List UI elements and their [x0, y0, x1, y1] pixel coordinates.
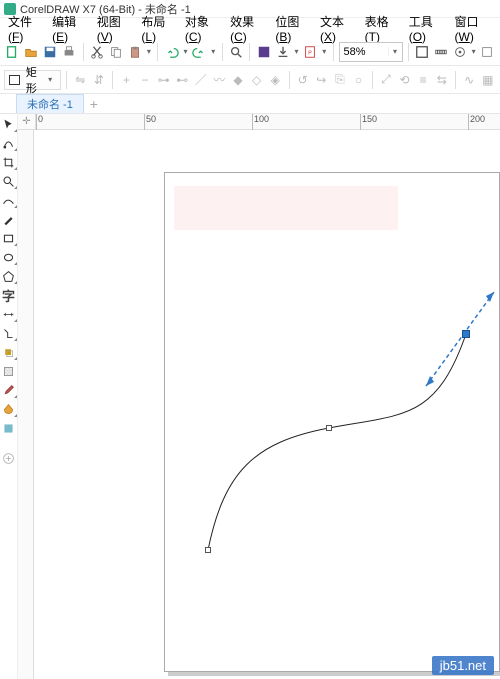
menu-object[interactable]: 对象(C) — [185, 13, 220, 44]
artifact-band — [174, 186, 398, 230]
reverse-dir-button[interactable]: ↺ — [294, 70, 311, 90]
zoom-dropdown[interactable]: ▾ — [388, 47, 402, 56]
print-button[interactable] — [61, 42, 78, 62]
menu-layout[interactable]: 布局(L) — [141, 13, 175, 44]
svg-text:P: P — [309, 50, 313, 56]
menu-bar: 文件(F) 编辑(E) 视图(V) 布局(L) 对象(C) 效果(C) 位图(B… — [0, 18, 500, 38]
node-join-button[interactable]: ⊶ — [155, 70, 172, 90]
menu-tools[interactable]: 工具(O) — [409, 13, 445, 44]
export-button[interactable] — [274, 42, 291, 62]
toolbox: 字 — [0, 114, 18, 679]
shape-preset-select[interactable]: 矩形 ▾ — [4, 70, 61, 90]
menu-window[interactable]: 窗口(W) — [454, 13, 492, 44]
menu-effects[interactable]: 效果(C) — [230, 13, 265, 44]
quick-customize-button[interactable] — [1, 450, 17, 466]
elastic-mode-button[interactable]: ∿ — [461, 70, 478, 90]
ellipse-tool[interactable] — [1, 249, 17, 265]
redo-button[interactable] — [191, 42, 208, 62]
import-button[interactable] — [255, 42, 272, 62]
document-tab-label: 未命名 -1 — [27, 96, 73, 112]
ruler-horizontal[interactable]: 0 50 100 150 200 — [36, 114, 500, 130]
rectangle-icon — [9, 75, 20, 85]
zoom-input[interactable] — [340, 46, 388, 58]
rectangle-tool[interactable] — [1, 230, 17, 246]
to-curve-button[interactable]: 〰 — [211, 70, 228, 90]
undo-dropdown[interactable]: ▾ — [182, 42, 189, 62]
watermark: jb51.net — [432, 656, 494, 675]
menu-edit[interactable]: 编辑(E) — [52, 13, 87, 44]
freehand-tool[interactable] — [1, 192, 17, 208]
snap-button[interactable] — [451, 42, 468, 62]
publish-dropdown[interactable]: ▾ — [321, 42, 328, 62]
align-nodes-button[interactable]: ≡ — [415, 70, 432, 90]
cut-button[interactable] — [89, 42, 106, 62]
paste-dropdown[interactable]: ▾ — [146, 42, 153, 62]
polygon-tool[interactable] — [1, 268, 17, 284]
standard-toolbar: ▾ ▾ ▾ ▾ P ▾ ▾ ▾ — [0, 38, 500, 66]
rotate-nodes-button[interactable]: ⟲ — [396, 70, 413, 90]
pick-tool[interactable] — [1, 116, 17, 132]
extend-curve-button[interactable]: ↪ — [313, 70, 330, 90]
drop-shadow-tool[interactable] — [1, 344, 17, 360]
zoom-level[interactable]: ▾ — [339, 42, 403, 62]
document-tab-strip: 未命名 -1 + — [0, 94, 500, 114]
open-button[interactable] — [23, 42, 40, 62]
transparency-tool[interactable] — [1, 363, 17, 379]
reflect-nodes-button[interactable]: ⇆ — [433, 70, 450, 90]
interactive-fill-tool[interactable] — [1, 401, 17, 417]
menu-bitmap[interactable]: 位图(B) — [275, 13, 310, 44]
curve-node-end-selected[interactable] — [462, 330, 470, 338]
parallel-dim-tool[interactable] — [1, 306, 17, 322]
undo-button[interactable] — [163, 42, 180, 62]
cusp-node-button[interactable]: ◆ — [230, 70, 247, 90]
smooth-node-button[interactable]: ◇ — [248, 70, 265, 90]
text-tool[interactable]: 字 — [1, 287, 17, 303]
node-add-button[interactable]: + — [118, 70, 135, 90]
artistic-media-tool[interactable] — [1, 211, 17, 227]
symm-node-button[interactable]: ◈ — [267, 70, 284, 90]
node-break-button[interactable]: ⊷ — [174, 70, 191, 90]
menu-text[interactable]: 文本(X) — [320, 13, 355, 44]
menu-file[interactable]: 文件(F) — [8, 13, 42, 44]
snap-dropdown[interactable]: ▾ — [470, 42, 477, 62]
connector-tool[interactable] — [1, 325, 17, 341]
shape-preset-label: 矩形 — [26, 64, 42, 96]
smart-fill-tool[interactable] — [1, 420, 17, 436]
menu-view[interactable]: 视图(V) — [97, 13, 132, 44]
zoom-tool[interactable] — [1, 173, 17, 189]
copy-button[interactable] — [108, 42, 125, 62]
save-button[interactable] — [42, 42, 59, 62]
curve-node-start[interactable] — [205, 547, 211, 553]
shape-tool[interactable] — [1, 135, 17, 151]
ruler-vertical[interactable] — [18, 130, 34, 679]
add-document-tab[interactable]: + — [84, 94, 104, 113]
ruler-origin[interactable]: ✛ — [18, 114, 36, 130]
select-all-nodes-button[interactable]: ▦ — [480, 70, 497, 90]
paste-button[interactable] — [127, 42, 144, 62]
close-curve-button[interactable]: ○ — [350, 70, 367, 90]
page — [164, 172, 500, 672]
document-tab-1[interactable]: 未命名 -1 — [16, 94, 84, 113]
canvas[interactable] — [36, 130, 500, 679]
mirror-v-button[interactable]: ⇵ — [91, 70, 108, 90]
fullscreen-button[interactable] — [413, 42, 430, 62]
curve-node-mid[interactable] — [326, 425, 332, 431]
menu-table[interactable]: 表格(T) — [365, 13, 399, 44]
publish-pdf-button[interactable]: P — [302, 42, 319, 62]
new-button[interactable] — [4, 42, 21, 62]
stretch-nodes-button[interactable]: ⤢ — [378, 70, 395, 90]
extract-sub-button[interactable]: ⎘ — [332, 70, 349, 90]
property-bar: 矩形 ▾ ⇋ ⇵ + − ⊶ ⊷ ／ 〰 ◆ ◇ ◈ ↺ ↪ ⎘ ○ ⤢ ⟲ ≡… — [0, 66, 500, 94]
options-button[interactable] — [479, 42, 496, 62]
eyedropper-tool[interactable] — [1, 382, 17, 398]
mirror-h-button[interactable]: ⇋ — [72, 70, 89, 90]
to-line-button[interactable]: ／ — [193, 70, 210, 90]
export-dropdown[interactable]: ▾ — [293, 42, 300, 62]
node-delete-button[interactable]: − — [137, 70, 154, 90]
show-rulers-button[interactable] — [432, 42, 449, 62]
redo-dropdown[interactable]: ▾ — [210, 42, 217, 62]
crop-tool[interactable] — [1, 154, 17, 170]
search-button[interactable] — [227, 42, 244, 62]
